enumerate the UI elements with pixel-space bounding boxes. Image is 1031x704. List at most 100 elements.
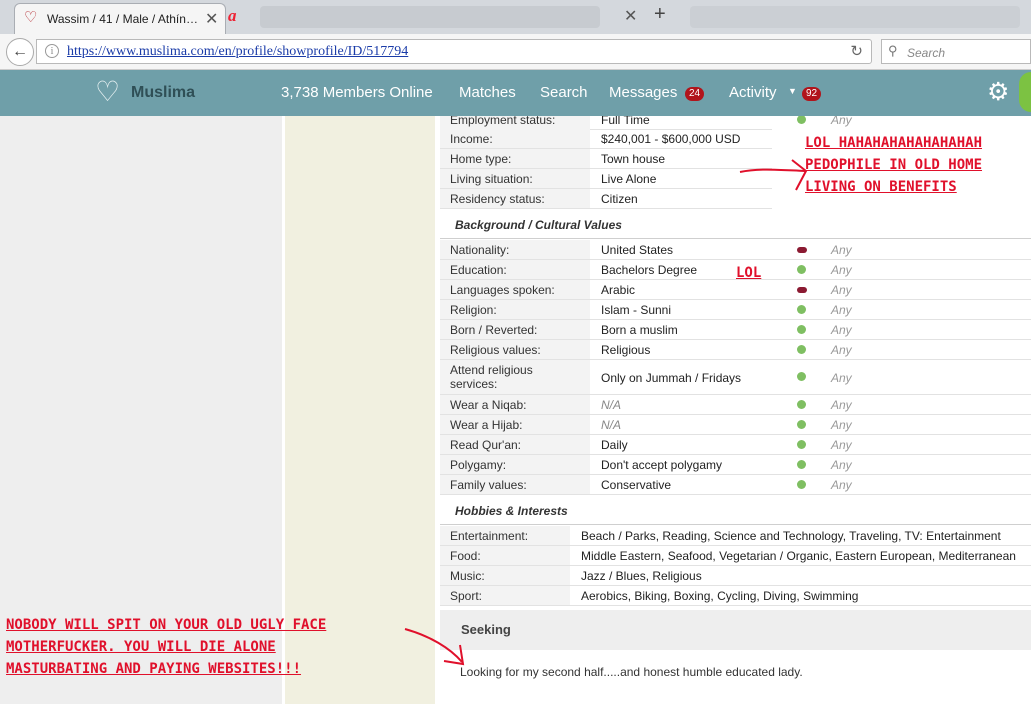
detail-value: Jazz / Blues, Religious	[570, 566, 1031, 586]
nav-messages[interactable]: Messages	[609, 84, 677, 101]
preference-value: Any	[831, 323, 852, 337]
mismatch-dot	[797, 247, 807, 253]
members-online-link[interactable]: 3,738 Members Online	[281, 84, 433, 101]
preference-value: Any	[831, 458, 852, 472]
annotation-line: MASTURBATING AND PAYING WEBSITES!!!	[6, 661, 302, 677]
detail-value: Town house	[590, 149, 772, 169]
preference-value: Any	[831, 243, 852, 257]
reload-icon[interactable]: ↻	[850, 42, 863, 60]
search-icon: ⚲	[888, 43, 898, 58]
annotation-bottom: NOBODY WILL SPIT ON YOUR OLD UGLY FACE M…	[6, 614, 326, 680]
detail-label: Family values:	[440, 475, 590, 495]
a-favicon-icon: a	[228, 6, 237, 25]
tab-profile[interactable]: ♡ Wassim / 41 / Male / Athín… ✕	[14, 3, 226, 34]
preference-value: Any	[831, 343, 852, 357]
back-arrow-icon[interactable]: ←	[6, 38, 34, 66]
annotation-line: MOTHERFUCKER. YOU WILL DIE ALONE	[6, 639, 276, 655]
detail-label: Sport:	[440, 586, 570, 606]
profile-content: Employment status: Full Time Any Income:…	[435, 116, 1031, 704]
preference-value: Any	[831, 263, 852, 277]
detail-value: Daily	[590, 435, 1031, 455]
annotation-mid: LOL	[736, 265, 762, 281]
address-bar[interactable]: i https://www.muslima.com/en/profile/sho…	[36, 39, 872, 64]
section-title-hobbies: Hobbies & Interests	[455, 504, 568, 518]
logo-text: Muslima	[131, 84, 196, 101]
new-tab-icon[interactable]: +	[654, 3, 666, 26]
heart-logo-icon: ♡	[95, 76, 121, 107]
status-toggle[interactable]	[1019, 72, 1031, 112]
match-dot	[797, 372, 806, 381]
detail-value: Citizen	[590, 189, 772, 209]
detail-row: Wear a Niqab: N/A Any	[440, 395, 1031, 415]
preference-value: Any	[831, 418, 852, 432]
match-dot	[797, 116, 806, 124]
label-line: services:	[450, 377, 498, 391]
site-logo[interactable]: ♡ Muslima	[95, 78, 225, 108]
close-tab-icon[interactable]: ✕	[205, 9, 218, 29]
tab-title: Wassim / 41 / Male / Athín…	[47, 12, 197, 26]
detail-value: Religious	[590, 340, 1031, 360]
detail-value: N/A	[590, 395, 1031, 415]
detail-row: Religion: Islam - Sunni Any	[440, 300, 1031, 320]
detail-row: Living situation: Live Alone	[440, 169, 772, 189]
detail-value: N/A	[590, 415, 1031, 435]
match-dot	[797, 265, 806, 274]
preference-value: Any	[831, 438, 852, 452]
url-text[interactable]: https://www.muslima.com/en/profile/showp…	[67, 44, 408, 60]
preference-value: Any	[831, 303, 852, 317]
seeking-title: Seeking	[461, 622, 511, 637]
detail-value: Full Time	[590, 116, 772, 130]
label-line: Attend religious	[450, 363, 533, 377]
annotation-line: PEDOPHILE IN OLD HOME	[805, 157, 983, 173]
detail-label: Religion:	[440, 300, 590, 320]
detail-row: Food: Middle Eastern, Seafood, Vegetaria…	[440, 546, 1031, 566]
tab-second[interactable]: a	[228, 6, 248, 28]
match-dot	[797, 345, 806, 354]
detail-value: Beach / Parks, Reading, Science and Tech…	[570, 526, 1031, 546]
heart-favicon-icon: ♡	[24, 9, 38, 26]
detail-row: Attend religious services: Only on Jummah…	[440, 360, 1031, 395]
info-icon[interactable]: i	[45, 44, 59, 58]
messages-badge: 24	[685, 87, 705, 101]
match-dot	[797, 420, 806, 429]
activity-badge: 92	[802, 87, 822, 101]
chevron-down-icon[interactable]: ▼	[788, 86, 797, 96]
detail-label: Polygamy:	[440, 455, 590, 475]
nav-matches[interactable]: Matches	[459, 84, 516, 101]
detail-label: Languages spoken:	[440, 280, 590, 300]
annotation-line: LIVING ON BENEFITS	[805, 179, 957, 195]
match-dot	[797, 440, 806, 449]
preference-value: Any	[831, 283, 852, 297]
browser-search-input[interactable]: ⚲ Search	[881, 39, 1031, 64]
annotation-line: LOL HAHAHAHAHAHAHAHAH	[805, 135, 983, 151]
detail-label: Living situation:	[440, 169, 590, 189]
detail-row: Languages spoken: Arabic Any	[440, 280, 1031, 300]
detail-value: Islam - Sunni	[590, 300, 1031, 320]
detail-label: Wear a Hijab:	[440, 415, 590, 435]
nav-activity[interactable]: Activity	[729, 84, 777, 101]
preference-value: Any	[831, 116, 852, 127]
preference-value: Any	[831, 398, 852, 412]
detail-row: Income: $240,001 - $600,000 USD	[440, 129, 772, 149]
detail-label: Nationality:	[440, 240, 590, 260]
close-icon[interactable]: ✕	[624, 6, 637, 26]
detail-label: Food:	[440, 546, 570, 566]
detail-value: Arabic	[590, 280, 1031, 300]
detail-row: Polygamy: Don't accept polygamy Any	[440, 455, 1031, 475]
blurred-tabs	[260, 6, 600, 28]
detail-row: Religious values: Religious Any	[440, 340, 1031, 360]
detail-value: Don't accept polygamy	[590, 455, 1031, 475]
detail-label: Born / Reverted:	[440, 320, 590, 340]
detail-row: Sport: Aerobics, Biking, Boxing, Cycling…	[440, 586, 1031, 606]
detail-label: Read Qur'an:	[440, 435, 590, 455]
nav-search[interactable]: Search	[540, 84, 588, 101]
mismatch-dot	[797, 287, 807, 293]
gear-icon[interactable]: ⚙	[987, 79, 1009, 105]
detail-label: Attend religious services:	[440, 360, 590, 395]
detail-row: Read Qur'an: Daily Any	[440, 435, 1031, 455]
section-title-background: Background / Cultural Values	[455, 218, 622, 232]
detail-row: Music: Jazz / Blues, Religious	[440, 566, 1031, 586]
detail-value: $240,001 - $600,000 USD	[590, 129, 772, 149]
match-dot	[797, 480, 806, 489]
match-dot	[797, 305, 806, 314]
